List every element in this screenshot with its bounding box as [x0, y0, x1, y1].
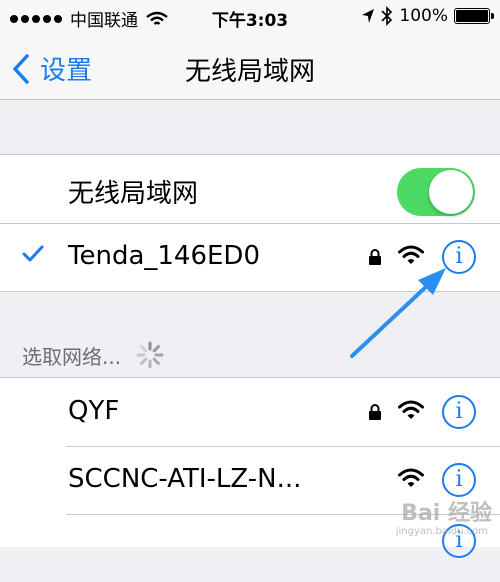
wifi-settings-group: 无线局域网 Tenda_146ED0 i [0, 154, 500, 292]
connected-network-row[interactable]: Tenda_146ED0 i [0, 223, 500, 291]
battery-percent: 100% [399, 6, 448, 26]
section-header-label: 选取网络... [22, 344, 122, 369]
info-icon[interactable]: i [442, 240, 476, 274]
checkmark-icon [22, 245, 44, 262]
wifi-signal-icon [398, 245, 424, 264]
choose-network-header: 选取网络... [22, 340, 165, 370]
wifi-signal-icon [398, 468, 424, 487]
network-row[interactable]: QYF i [0, 378, 500, 446]
loading-spinner-icon [136, 341, 164, 369]
wifi-signal-icon [398, 400, 424, 419]
status-bar: 中国联通 下午3:03 100% [0, 0, 500, 34]
toggle-knob [429, 170, 473, 214]
wifi-toggle-row: 无线局域网 [0, 155, 500, 223]
connected-network-name: Tenda_146ED0 [68, 241, 260, 271]
wifi-toggle-switch[interactable] [397, 168, 475, 216]
wifi-toggle-label: 无线局域网 [68, 179, 199, 209]
network-name: SCCNC-ATI-LZ-N... [68, 464, 302, 494]
location-arrow-icon [362, 9, 375, 23]
watermark-logo: Bai 经验 [401, 501, 492, 526]
bluetooth-icon [381, 6, 393, 26]
info-icon[interactable]: i [442, 463, 476, 497]
lock-icon [369, 249, 381, 265]
watermark-url: jingyan.baidu.com [395, 526, 488, 537]
network-name: QYF [68, 396, 120, 426]
navigation-bar: 设置 无线局域网 [0, 34, 500, 100]
status-right: 100% [361, 6, 494, 26]
lock-icon [369, 404, 381, 420]
page-title: 无线局域网 [184, 57, 315, 87]
info-icon[interactable]: i [442, 395, 476, 429]
battery-icon [454, 8, 494, 24]
